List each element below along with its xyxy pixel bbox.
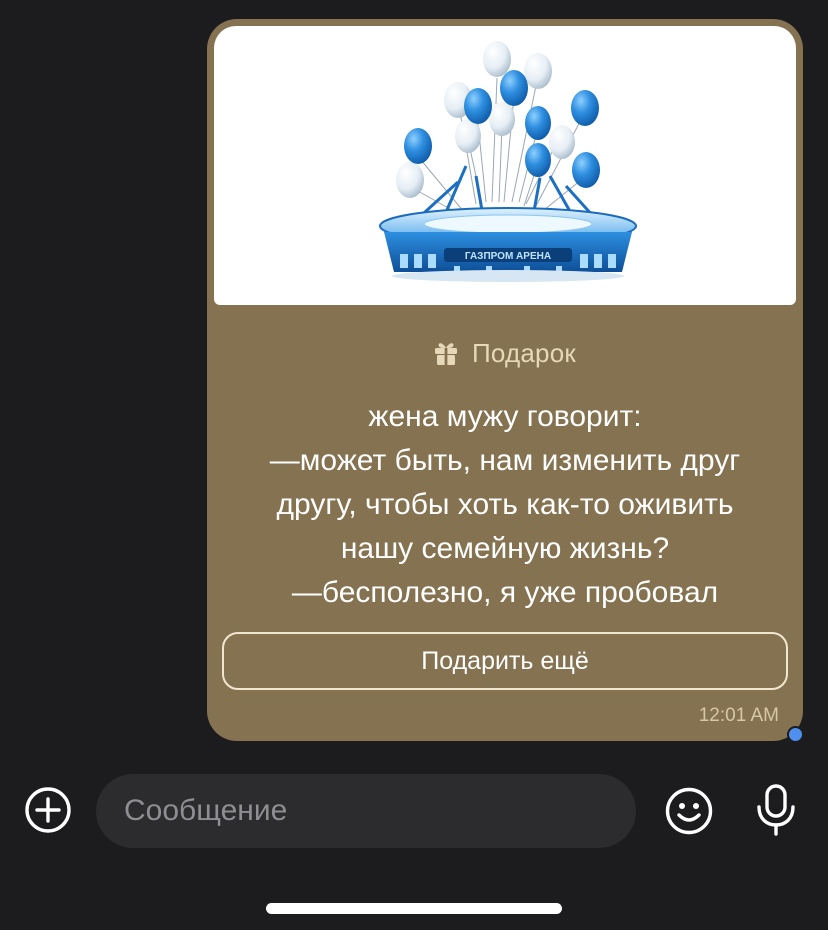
message-time: 12:01 AM: [698, 705, 779, 726]
gift-message-text: жена мужу говорит: —может быть, нам изме…: [207, 395, 803, 615]
message-input[interactable]: [122, 793, 636, 829]
stadium-logo-text: ГАЗПРОМ АРЕНА: [465, 251, 551, 262]
stadium-with-balloons-icon: ГАЗПРОМ АРЕНА: [379, 41, 637, 282]
plus-circle-icon[interactable]: [24, 786, 72, 834]
gift-again-button[interactable]: Подарить ещё: [222, 632, 788, 690]
message-line: жена мужу говорит:: [368, 400, 642, 433]
gift-header: Подарок: [207, 335, 803, 371]
gift-icon: [435, 343, 458, 365]
gift-message-bubble[interactable]: ГАЗПРОМ АРЕНА Подарок жена мужу говорит:…: [207, 19, 803, 741]
gift-title: Подарок: [472, 337, 576, 368]
unread-status-dot: [787, 726, 804, 743]
message-line: другу, чтобы хоть как-то оживить: [276, 488, 734, 521]
home-indicator: [266, 903, 562, 914]
message-line: нашу семейную жизнь?: [340, 532, 670, 565]
smiley-icon[interactable]: [664, 786, 714, 836]
chat-screen: ГАЗПРОМ АРЕНА Подарок жена мужу говорит:…: [0, 0, 828, 930]
message-line: —бесполезно, я уже пробовал: [291, 576, 719, 609]
microphone-icon[interactable]: [754, 783, 798, 837]
message-line: —может быть, нам изменить друг: [269, 444, 741, 477]
message-input-container[interactable]: [96, 774, 636, 848]
gift-image[interactable]: ГАЗПРОМ АРЕНА: [214, 26, 796, 305]
